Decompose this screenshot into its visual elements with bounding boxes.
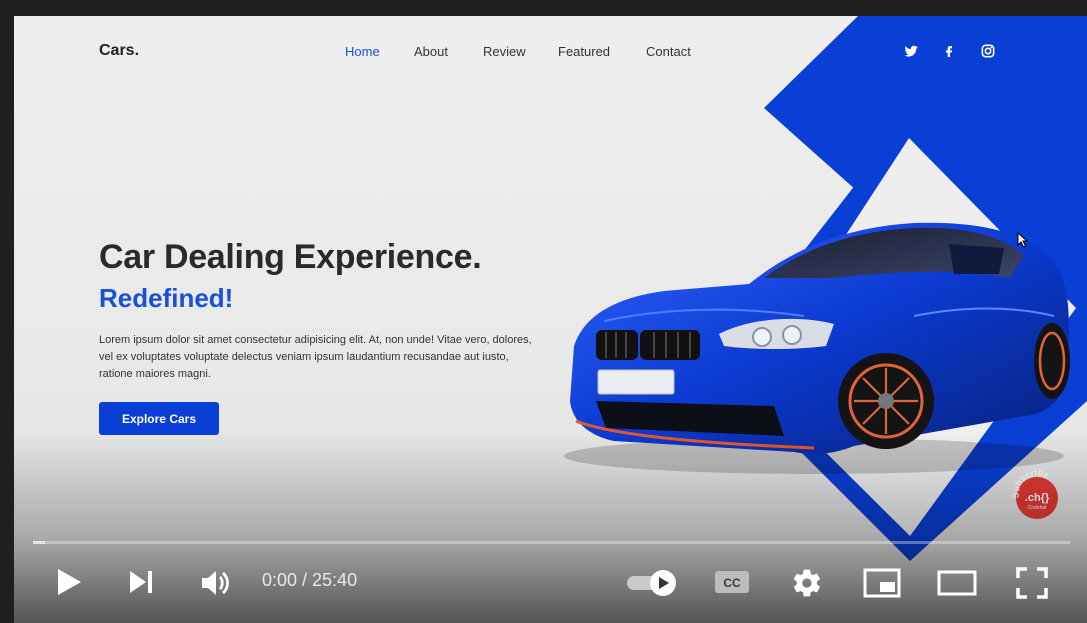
miniplayer-icon <box>863 568 901 598</box>
hero-artwork <box>564 16 1087 561</box>
progress-bar[interactable] <box>33 541 1070 544</box>
instagram-icon[interactable] <box>980 43 996 59</box>
video-frame[interactable]: Cars. Home About Review Featured Contact… <box>14 16 1087 623</box>
play-icon <box>58 569 81 595</box>
codehal-name-text: Codehal <box>1028 505 1047 511</box>
hero-title: Car Dealing Experience. <box>99 238 482 276</box>
fullscreen-icon <box>1016 567 1048 599</box>
captions-label: CC <box>723 576 741 590</box>
play-button[interactable] <box>52 563 86 601</box>
next-icon <box>130 571 152 593</box>
captions-icon: CC <box>715 571 749 593</box>
volume-icon <box>202 571 229 595</box>
twitter-icon[interactable] <box>903 43 919 59</box>
nav-review[interactable]: Review <box>483 44 526 59</box>
time-display: 0:00 / 25:40 <box>262 570 358 590</box>
fullscreen-button[interactable] <box>1013 564 1051 602</box>
autoplay-toggle-icon <box>627 570 676 596</box>
miniplayer-button[interactable] <box>862 566 902 600</box>
mouse-cursor-icon <box>1017 232 1029 248</box>
theater-mode-button[interactable] <box>936 567 978 599</box>
hero-subtitle: Redefined! <box>99 283 234 313</box>
explore-cars-button[interactable]: Explore Cars <box>99 402 219 435</box>
next-button[interactable] <box>124 565 158 599</box>
settings-button[interactable] <box>789 565 825 601</box>
hero-description: Lorem ipsum dolor sit amet consectetur a… <box>99 334 532 380</box>
autoplay-toggle[interactable] <box>624 568 680 598</box>
codehal-logo-text: .ch{} <box>1025 492 1050 504</box>
nav-home[interactable]: Home <box>345 44 380 59</box>
settings-icon <box>793 569 820 597</box>
nav-contact[interactable]: Contact <box>646 44 691 59</box>
nav-about[interactable]: About <box>414 44 448 59</box>
captions-button[interactable]: CC <box>712 567 752 597</box>
nav-featured[interactable]: Featured <box>558 44 610 59</box>
subscribe-watermark[interactable]: Subscribe .ch{} Codehal <box>1010 467 1063 520</box>
progress-buffer <box>33 541 45 544</box>
facebook-icon[interactable] <box>941 43 957 59</box>
theater-icon <box>937 570 977 596</box>
site-logo[interactable]: Cars. <box>99 42 139 60</box>
mute-button[interactable] <box>196 565 236 601</box>
video-player[interactable]: Cars. Home About Review Featured Contact… <box>0 0 1087 623</box>
